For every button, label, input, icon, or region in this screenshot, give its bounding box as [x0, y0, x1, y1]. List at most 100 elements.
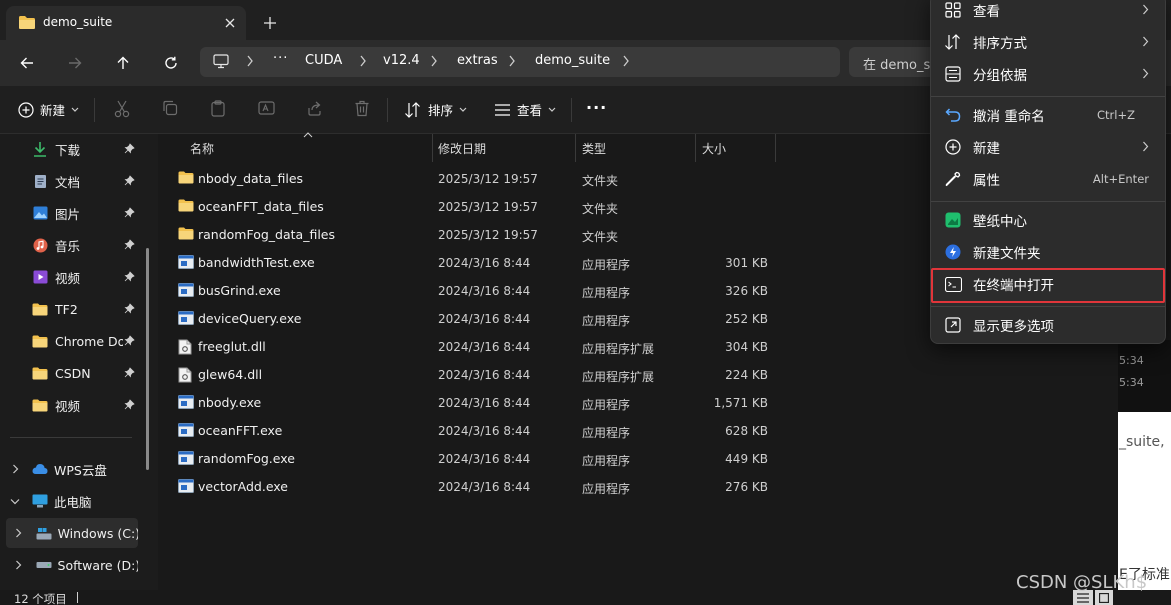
- tab-demo-suite[interactable]: demo_suite: [6, 6, 246, 40]
- menu-item-wallpaper-center[interactable]: 壁纸中心: [939, 205, 1157, 235]
- rename-icon[interactable]: [258, 100, 275, 116]
- file-name: busGrind.exe: [198, 283, 281, 298]
- sidebar-item-wps-cloud[interactable]: WPS云盘: [6, 454, 138, 484]
- file-row[interactable]: deviceQuery.exe 2024/3/16 8:44 应用程序 252 KB: [170, 305, 810, 333]
- file-size: 252 KB: [725, 312, 768, 326]
- file-name: bandwidthTest.exe: [198, 255, 315, 270]
- file-row[interactable]: randomFog.exe 2024/3/16 8:44 应用程序 449 KB: [170, 445, 810, 473]
- menu-item-properties[interactable]: 属性 Alt+Enter: [939, 164, 1157, 194]
- new-button[interactable]: 新建: [18, 100, 79, 119]
- column-date[interactable]: 修改日期: [438, 134, 486, 162]
- file-name: vectorAdd.exe: [198, 479, 288, 494]
- delete-icon[interactable]: [354, 100, 370, 117]
- sidebar-item-pictures[interactable]: 图片: [32, 198, 148, 228]
- sidebar-item-tf2[interactable]: TF2: [32, 294, 148, 324]
- sidebar-item-csdn[interactable]: CSDN: [32, 358, 148, 388]
- sidebar-item-windows-c[interactable]: Windows (C:): [6, 518, 138, 548]
- sidebar-item-music[interactable]: 音乐: [32, 230, 148, 260]
- up-button[interactable]: [110, 51, 136, 75]
- column-divider[interactable]: [695, 134, 696, 162]
- chevron-down-icon[interactable]: [6, 498, 24, 505]
- chevron-right-icon[interactable]: [6, 464, 24, 474]
- folder-icon: [178, 227, 194, 240]
- chevron-right-icon[interactable]: [10, 560, 28, 570]
- refresh-button[interactable]: [158, 51, 184, 75]
- copy-icon[interactable]: [162, 100, 178, 116]
- sidebar-item-downloads[interactable]: 下载: [32, 134, 148, 164]
- column-divider[interactable]: [575, 134, 576, 162]
- sidebar-item-label: 此电脑: [54, 494, 92, 510]
- pin-icon[interactable]: [124, 367, 135, 378]
- file-row[interactable]: freeglut.dll 2024/3/16 8:44 应用程序扩展 304 KB: [170, 333, 810, 361]
- file-row[interactable]: glew64.dll 2024/3/16 8:44 应用程序扩展 224 KB: [170, 361, 810, 389]
- chevron-right-icon[interactable]: [10, 528, 28, 538]
- file-type: 应用程序扩展: [582, 342, 655, 356]
- forward-button[interactable]: [62, 51, 88, 75]
- menu-item-group[interactable]: 分组依据: [939, 59, 1157, 89]
- pin-icon[interactable]: [124, 175, 135, 186]
- sidebar-item-label: 图片: [55, 206, 81, 222]
- new-tab-button[interactable]: [258, 11, 282, 35]
- column-divider[interactable]: [775, 134, 776, 162]
- share-icon[interactable]: [306, 100, 323, 116]
- column-size[interactable]: 大小: [702, 134, 726, 162]
- back-button[interactable]: [14, 51, 40, 75]
- breadcrumb-cuda[interactable]: CUDA: [305, 53, 342, 68]
- more-options-button[interactable]: ···: [586, 98, 607, 117]
- sidebar-item-this-pc[interactable]: 此电脑: [6, 486, 138, 516]
- view-label: 查看: [517, 103, 543, 118]
- sidebar-item-chrome-downloads[interactable]: Chrome Do: [32, 326, 148, 356]
- file-row[interactable]: nbody_data_files 2025/3/12 19:57 文件夹: [170, 165, 810, 193]
- pin-icon[interactable]: [124, 303, 135, 314]
- new-label: 新建: [40, 103, 66, 118]
- sidebar-item-videos[interactable]: 视频: [32, 262, 148, 292]
- menu-item-undo[interactable]: 撤消 重命名 Ctrl+Z: [939, 100, 1157, 130]
- pin-icon[interactable]: [124, 143, 135, 154]
- file-name: freeglut.dll: [198, 339, 266, 354]
- plus-circle-icon: [943, 137, 963, 157]
- breadcrumb-v12-4[interactable]: v12.4: [383, 53, 420, 68]
- breadcrumb-demo-suite[interactable]: demo_suite: [535, 53, 610, 68]
- menu-item-new-folder[interactable]: 新建文件夹: [939, 237, 1157, 267]
- sidebar-item-videos-folder[interactable]: 视频: [32, 390, 148, 420]
- menu-item-label: 新建文件夹: [973, 246, 1041, 262]
- column-type[interactable]: 类型: [582, 134, 606, 162]
- pin-icon[interactable]: [124, 239, 135, 250]
- breadcrumb-more[interactable]: ···: [273, 51, 288, 66]
- cut-icon[interactable]: [114, 100, 130, 118]
- menu-item-show-more-options[interactable]: 显示更多选项: [939, 310, 1157, 340]
- pin-icon[interactable]: [124, 399, 135, 410]
- file-row[interactable]: busGrind.exe 2024/3/16 8:44 应用程序 326 KB: [170, 277, 810, 305]
- sort-up-icon: [303, 132, 313, 138]
- column-name[interactable]: 名称: [190, 134, 214, 162]
- sidebar-item-software-d[interactable]: Software (D:): [6, 550, 138, 580]
- address-bar[interactable]: ··· CUDA v12.4 extras demo_suite: [200, 47, 840, 77]
- pin-icon[interactable]: [124, 335, 135, 346]
- pin-icon[interactable]: [124, 271, 135, 282]
- file-row[interactable]: oceanFFT_data_files 2025/3/12 19:57 文件夹: [170, 193, 810, 221]
- menu-item-sort[interactable]: 排序方式: [939, 27, 1157, 57]
- paste-icon[interactable]: [210, 100, 226, 117]
- file-row[interactable]: randomFog_data_files 2025/3/12 19:57 文件夹: [170, 221, 810, 249]
- file-row[interactable]: nbody.exe 2024/3/16 8:44 应用程序 1,571 KB: [170, 389, 810, 417]
- column-divider[interactable]: [432, 134, 433, 162]
- menu-item-new[interactable]: 新建: [939, 132, 1157, 162]
- view-button[interactable]: 查看: [494, 100, 556, 119]
- sidebar-scrollbar[interactable]: [146, 248, 149, 470]
- dll-file-icon: [178, 367, 192, 383]
- divider: [571, 98, 572, 122]
- sort-button[interactable]: 排序: [404, 100, 467, 119]
- close-icon[interactable]: [219, 12, 241, 34]
- file-type: 应用程序: [582, 454, 631, 468]
- navigation-pane: 下载 文档 图片 音乐 视频 TF2 Chrome Do CSDN 视频 WPS…: [0, 134, 158, 590]
- file-size: 628 KB: [725, 424, 768, 438]
- sidebar-item-documents[interactable]: 文档: [32, 166, 148, 196]
- file-row[interactable]: vectorAdd.exe 2024/3/16 8:44 应用程序 276 KB: [170, 473, 810, 501]
- breadcrumb-extras[interactable]: extras: [457, 53, 498, 68]
- menu-item-label: 分组依据: [973, 68, 1027, 84]
- menu-item-view[interactable]: 查看: [939, 0, 1157, 25]
- pin-icon[interactable]: [124, 207, 135, 218]
- sidebar-item-label: CSDN: [55, 365, 91, 381]
- file-row[interactable]: oceanFFT.exe 2024/3/16 8:44 应用程序 628 KB: [170, 417, 810, 445]
- file-row[interactable]: bandwidthTest.exe 2024/3/16 8:44 应用程序 301 K…: [170, 249, 810, 277]
